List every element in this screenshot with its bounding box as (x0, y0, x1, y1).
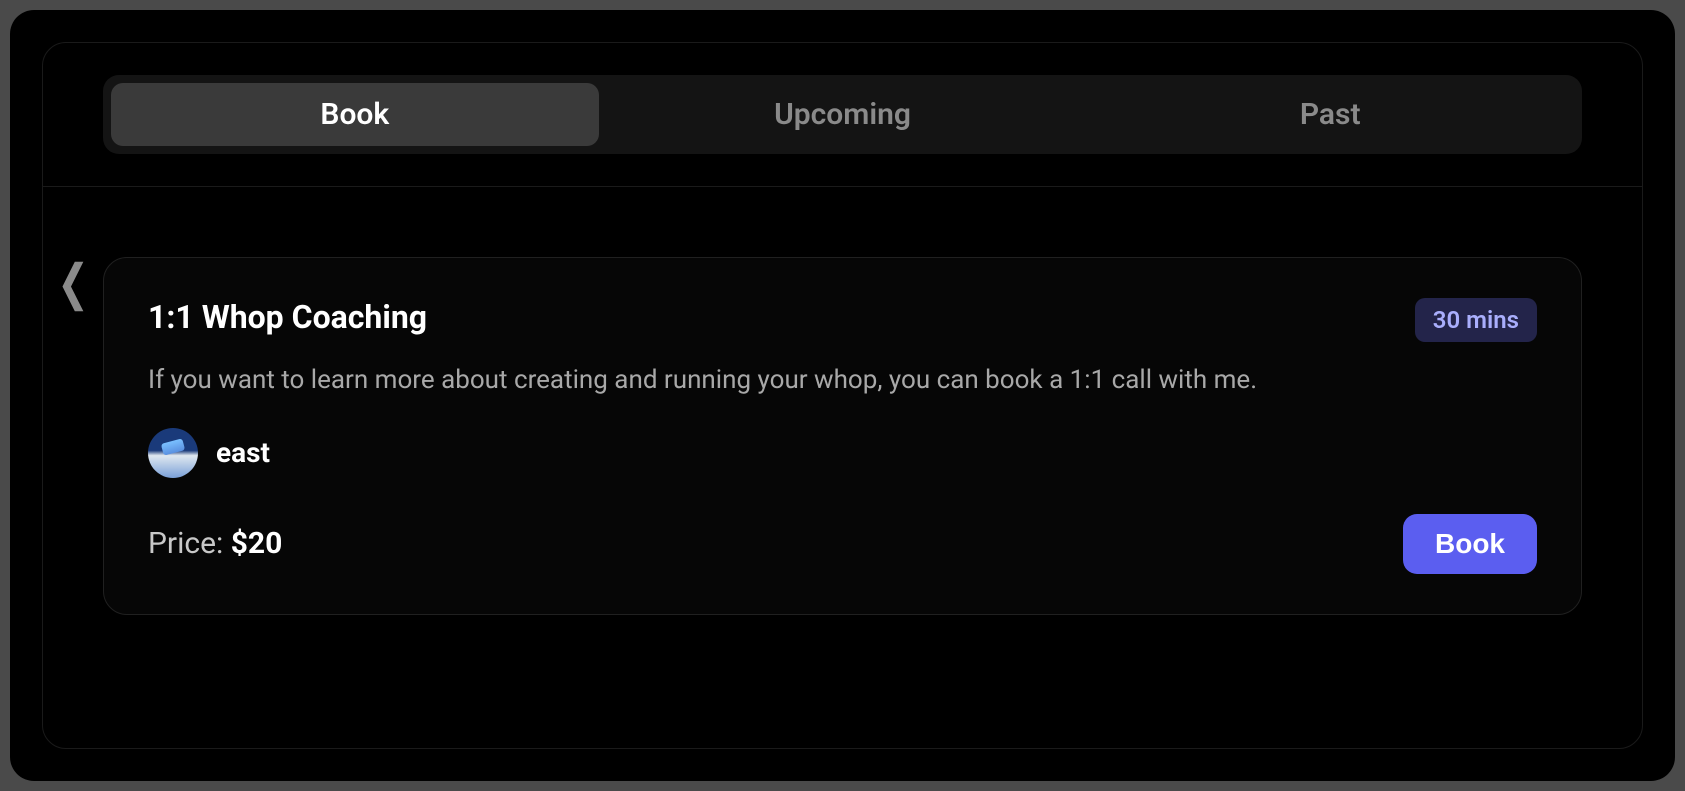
listing-description: If you want to learn more about creating… (148, 362, 1537, 400)
duration-badge: 30 mins (1415, 298, 1537, 342)
app-frame: Book Upcoming Past ❬ 1:1 Whop Coaching 3… (10, 10, 1675, 781)
host-name: east (216, 436, 270, 469)
chevron-left-icon[interactable]: ❬ (53, 259, 93, 307)
tab-past[interactable]: Past (1086, 83, 1574, 146)
price-label: Price: (148, 526, 223, 561)
content-area: ❬ 1:1 Whop Coaching 30 mins If you want … (103, 187, 1582, 708)
listing-card: 1:1 Whop Coaching 30 mins If you want to… (103, 257, 1582, 615)
tab-bar: Book Upcoming Past (103, 75, 1582, 154)
price-line: Price: $20 (148, 526, 282, 561)
tab-book[interactable]: Book (111, 83, 599, 146)
tab-upcoming[interactable]: Upcoming (599, 83, 1087, 146)
host-row: east (148, 428, 1537, 478)
listing-title: 1:1 Whop Coaching (148, 298, 427, 336)
main-panel: Book Upcoming Past ❬ 1:1 Whop Coaching 3… (42, 42, 1643, 749)
card-header: 1:1 Whop Coaching 30 mins (148, 298, 1537, 342)
host-avatar (148, 428, 198, 478)
price-value: $20 (231, 526, 283, 561)
card-footer: Price: $20 Book (148, 514, 1537, 574)
book-button[interactable]: Book (1403, 514, 1537, 574)
